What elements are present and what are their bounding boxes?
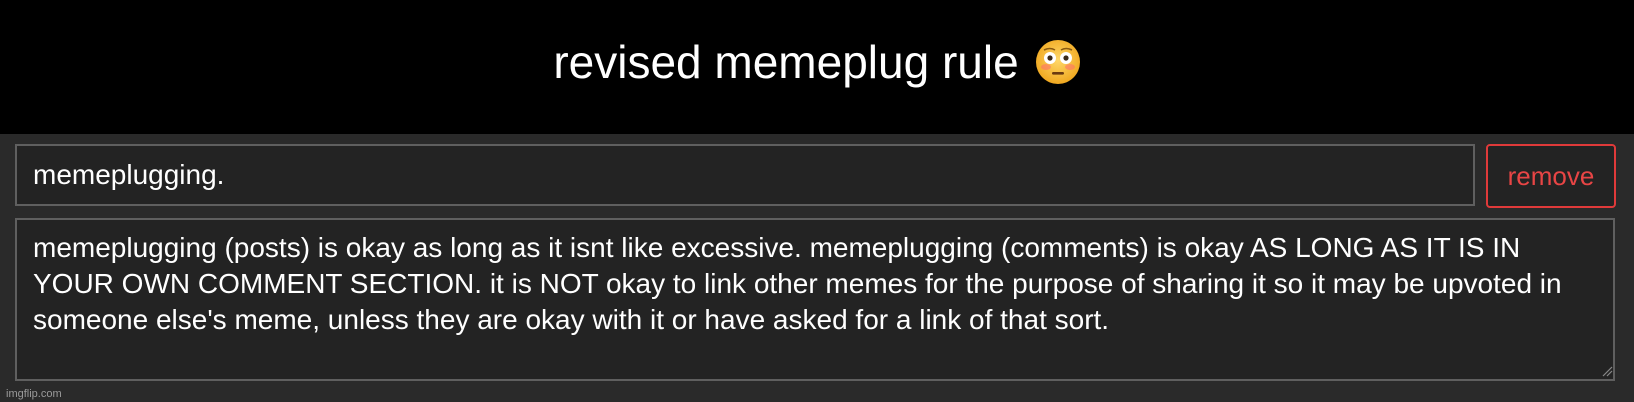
page-title-row: revised memeplug rule bbox=[553, 39, 1080, 85]
flushed-face-icon bbox=[1035, 39, 1081, 85]
title-bar: revised memeplug rule bbox=[0, 0, 1634, 134]
page-title: revised memeplug rule bbox=[553, 36, 1019, 88]
rule-name-input[interactable] bbox=[15, 144, 1475, 206]
rule-description-textarea[interactable] bbox=[15, 218, 1615, 381]
remove-button[interactable]: remove bbox=[1486, 144, 1616, 208]
imgflip-watermark: imgflip.com bbox=[6, 388, 62, 400]
resize-grip-icon[interactable] bbox=[1601, 365, 1613, 377]
